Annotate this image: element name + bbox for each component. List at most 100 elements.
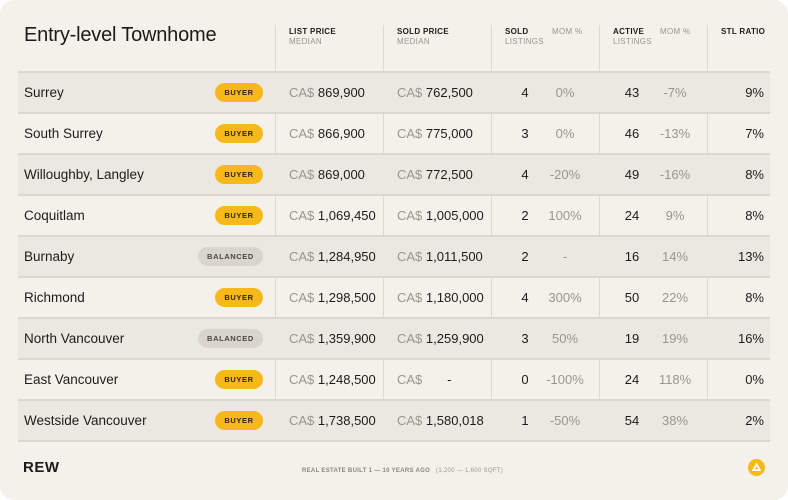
- market-badge: BUYER: [215, 370, 263, 389]
- sold-price-cell: CA$ 1,011,500: [397, 237, 483, 276]
- header-active-listings: ACTIVE LISTINGS: [613, 27, 652, 47]
- active-listings-value: 43: [624, 85, 640, 100]
- area-name: Richmond: [24, 290, 85, 305]
- active-mom-value: 22%: [661, 290, 689, 305]
- header-list-price: LIST PRICE MEDIAN: [289, 27, 336, 47]
- currency-label: CA$: [397, 372, 423, 387]
- stl-ratio-value: 8%: [745, 167, 764, 182]
- active-mom-value: 19%: [661, 331, 689, 346]
- list-price-cell: CA$ 1,298,500: [289, 278, 376, 317]
- active-mom-value: 118%: [658, 372, 692, 387]
- stl-ratio-value: 16%: [737, 331, 764, 346]
- header-sold-listings: SOLD LISTINGS: [505, 27, 544, 47]
- sold-listings-value: 4: [521, 167, 529, 182]
- list-price-cell: CA$ 1,248,500: [289, 360, 376, 399]
- warning-triangle-icon: [748, 459, 765, 476]
- market-badge: BALANCED: [198, 329, 263, 348]
- active-mom-value: 9%: [665, 208, 685, 223]
- sold-listings-value: 0: [521, 372, 529, 387]
- currency-label: CA$: [289, 167, 315, 182]
- currency-label: CA$: [289, 208, 315, 223]
- stl-ratio-value: 8%: [745, 290, 764, 305]
- table-row: Willoughby, Langley BUYER CA$ 869,000 CA…: [18, 153, 770, 194]
- footer-note: REAL ESTATE BUILT 1 — 10 YEARS AGO (1,20…: [302, 468, 503, 474]
- sold-price-cell: CA$ 1,180,000: [397, 278, 484, 317]
- currency-label: CA$: [289, 126, 315, 141]
- list-price-value: 1,298,500: [317, 290, 376, 305]
- header-mom-sold: MOM %: [552, 27, 583, 36]
- active-listings-value: 24: [624, 208, 640, 223]
- table-row: Burnaby BALANCED CA$ 1,284,950 CA$ 1,011…: [18, 235, 770, 276]
- currency-label: CA$: [397, 413, 423, 428]
- sold-price-cell: CA$ 775,000: [397, 114, 473, 153]
- sold-listings-value: 2: [521, 249, 529, 264]
- currency-label: CA$: [289, 290, 315, 305]
- area-name: Westside Vancouver: [24, 413, 147, 428]
- stl-ratio-value: 13%: [737, 249, 764, 264]
- sold-price-cell: CA$ 1,259,900: [397, 319, 484, 358]
- sold-price-value: -: [447, 372, 452, 387]
- currency-label: CA$: [289, 85, 315, 100]
- header-sold-label: SOLD: [505, 27, 529, 36]
- sold-listings-value: 3: [521, 331, 529, 346]
- sold-price-value: 1,180,000: [425, 290, 484, 305]
- currency-label: CA$: [397, 167, 423, 182]
- market-badge: BUYER: [215, 83, 263, 102]
- table-row: South Surrey BUYER CA$ 866,900 CA$ 775,0…: [18, 112, 770, 153]
- list-price-value: 866,900: [317, 126, 365, 141]
- header-active-sub: LISTINGS: [613, 37, 652, 46]
- active-listings-value: 46: [624, 126, 640, 141]
- header-list-price-sub: MEDIAN: [289, 37, 322, 46]
- rew-logo: REW: [23, 459, 60, 476]
- sold-listings-value: 4: [521, 85, 529, 100]
- header-sold-price-label: SOLD PRICE: [397, 27, 449, 36]
- active-listings-value: 50: [624, 290, 640, 305]
- market-badge: BUYER: [215, 288, 263, 307]
- area-name: Surrey: [24, 85, 64, 100]
- currency-label: CA$: [289, 372, 315, 387]
- sold-mom-value: 300%: [548, 290, 582, 305]
- sold-listings-value: 4: [521, 290, 529, 305]
- header-mom-active: MOM %: [660, 27, 691, 36]
- table-body: Surrey BUYER CA$ 869,900 CA$ 762,500 4 0…: [18, 71, 770, 442]
- table-row: Coquitlam BUYER CA$ 1,069,450 CA$ 1,005,…: [18, 194, 770, 235]
- table-row: Surrey BUYER CA$ 869,900 CA$ 762,500 4 0…: [18, 71, 770, 112]
- active-mom-value: -16%: [659, 167, 691, 182]
- area-name: Coquitlam: [24, 208, 85, 223]
- area-name: Burnaby: [24, 249, 75, 264]
- area-name: East Vancouver: [24, 372, 119, 387]
- currency-label: CA$: [397, 290, 423, 305]
- sold-mom-value: -: [562, 249, 568, 264]
- table-row: East Vancouver BUYER CA$ 1,248,500 CA$ - …: [18, 358, 770, 399]
- active-mom-value: -13%: [659, 126, 691, 141]
- market-badge: BUYER: [215, 165, 263, 184]
- header-sold-sub: LISTINGS: [505, 37, 544, 46]
- list-price-value: 869,000: [317, 167, 365, 182]
- header-sold-price: SOLD PRICE MEDIAN: [397, 27, 449, 47]
- list-price-value: 869,900: [317, 85, 365, 100]
- table-row: North Vancouver BALANCED CA$ 1,359,900 C…: [18, 317, 770, 358]
- sold-mom-value: 0%: [555, 85, 575, 100]
- currency-label: CA$: [397, 331, 423, 346]
- market-badge: BALANCED: [198, 247, 263, 266]
- list-price-cell: CA$ 869,000: [289, 155, 365, 194]
- table-row: Richmond BUYER CA$ 1,298,500 CA$ 1,180,0…: [18, 276, 770, 317]
- sold-price-value: 1,005,000: [425, 208, 484, 223]
- header-list-price-label: LIST PRICE: [289, 27, 337, 36]
- header-stl-ratio: STL RATIO: [721, 27, 766, 36]
- currency-label: CA$: [397, 249, 423, 264]
- area-name: Willoughby, Langley: [24, 167, 144, 182]
- list-price-value: 1,738,500: [317, 413, 376, 428]
- sold-price-cell: CA$ 1,580,018: [397, 401, 484, 440]
- list-price-cell: CA$ 1,738,500: [289, 401, 376, 440]
- sold-price-cell: CA$ 772,500: [397, 155, 473, 194]
- stl-ratio-value: 7%: [745, 126, 764, 141]
- list-price-cell: CA$ 869,900: [289, 73, 365, 112]
- sold-mom-value: -20%: [549, 167, 581, 182]
- currency-label: CA$: [397, 208, 423, 223]
- active-listings-value: 49: [624, 167, 640, 182]
- sold-price-cell: CA$ 762,500: [397, 73, 473, 112]
- area-name: North Vancouver: [24, 331, 125, 346]
- sold-mom-value: 50%: [551, 331, 579, 346]
- sold-price-value: 775,000: [425, 126, 473, 141]
